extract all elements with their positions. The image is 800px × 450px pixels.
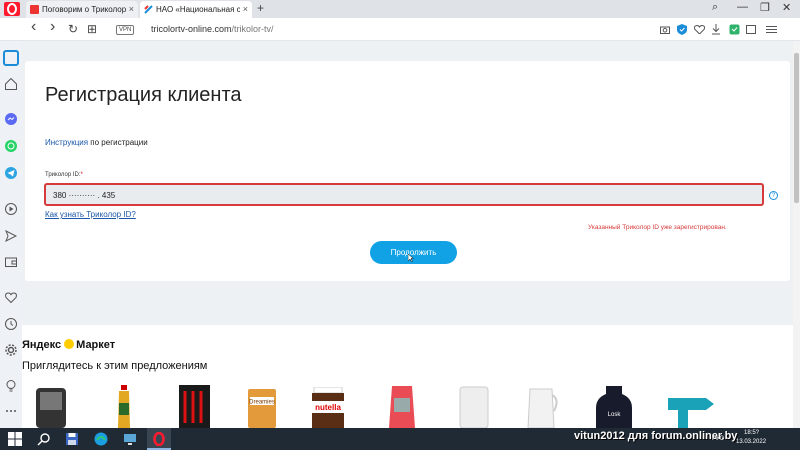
logo-right: Маркет bbox=[76, 339, 116, 351]
product-drill[interactable] bbox=[666, 390, 716, 428]
taskbar-opera-active[interactable] bbox=[147, 428, 171, 450]
speed-dial-icon[interactable] bbox=[5, 78, 17, 90]
required-mark: * bbox=[80, 172, 83, 178]
yandex-market-logo[interactable]: Яндекс Маркет bbox=[22, 339, 115, 351]
id-input-value: 380 ·········· . 435 bbox=[53, 191, 116, 200]
shield-icon[interactable] bbox=[677, 24, 687, 35]
close-window-button[interactable]: ✕ bbox=[782, 1, 791, 14]
home-icon[interactable] bbox=[3, 50, 19, 66]
windows-taskbar: vitun2012 для forum.onliner.by РУС 18:5?… bbox=[0, 428, 800, 450]
registration-card: Регистрация клиента Инструкция по регист… bbox=[25, 61, 790, 281]
product-nutella[interactable]: nutella bbox=[308, 387, 348, 428]
extension-icon[interactable] bbox=[729, 24, 740, 35]
new-tab-button[interactable]: + bbox=[257, 1, 264, 15]
history-icon[interactable] bbox=[5, 318, 17, 330]
offer-heading: Приглядитесь к этим предложениям bbox=[22, 360, 208, 372]
settings-icon[interactable] bbox=[5, 344, 17, 356]
address-bar: ‹ › ↻ ⊞ VPN tricolortv-online.com/trikol… bbox=[0, 18, 800, 41]
product-kettle[interactable] bbox=[522, 385, 562, 428]
tricolor-id-input[interactable]: 380 ·········· . 435 bbox=[44, 183, 764, 206]
tab-title: Поговорим о Триколоре bbox=[42, 5, 126, 14]
product-humidifier[interactable] bbox=[454, 385, 494, 428]
product-cat-food[interactable] bbox=[387, 386, 417, 428]
url-path: /trikolor-tv/ bbox=[231, 24, 274, 34]
send-icon[interactable] bbox=[5, 230, 17, 242]
svg-text:Losk: Losk bbox=[608, 412, 622, 418]
whatsapp-icon[interactable] bbox=[5, 140, 17, 152]
instruction-rest: по регистрации bbox=[88, 138, 148, 147]
market-coin-icon bbox=[64, 339, 75, 349]
telegram-icon[interactable] bbox=[5, 167, 17, 179]
close-tab-icon[interactable]: × bbox=[243, 4, 248, 14]
tab-talk-tricolor[interactable]: Поговорим о Триколоре × bbox=[26, 1, 138, 18]
logo-left: Яндекс bbox=[22, 339, 62, 351]
wallet-icon[interactable] bbox=[5, 256, 17, 268]
tricolor-favicon-icon bbox=[144, 5, 153, 14]
clock-time[interactable]: 18:5? bbox=[744, 430, 759, 436]
remote-desktop-icon[interactable] bbox=[123, 432, 137, 446]
windows-start-icon[interactable] bbox=[8, 432, 22, 446]
product-detergent[interactable]: Losk bbox=[594, 386, 634, 428]
tab-overview-button[interactable]: ⊞ bbox=[87, 22, 97, 36]
opera-logo-icon[interactable] bbox=[4, 2, 20, 16]
product-energy-drink[interactable] bbox=[177, 385, 212, 428]
heart-icon[interactable] bbox=[5, 292, 17, 303]
svg-text:Dreamies: Dreamies bbox=[249, 400, 275, 406]
sidebar bbox=[0, 41, 22, 428]
lightbulb-icon[interactable] bbox=[5, 380, 17, 392]
snapshot-icon[interactable] bbox=[746, 25, 756, 34]
reload-button[interactable]: ↻ bbox=[68, 22, 78, 36]
language-indicator[interactable]: РУС bbox=[712, 436, 724, 442]
url-host: tricolortv-online.com bbox=[151, 24, 232, 34]
instruction-text: Инструкция по регистрации bbox=[45, 138, 148, 147]
tab-nao-national[interactable]: НАО «Национальная спу × bbox=[140, 1, 252, 18]
id-label-text: Триколор ID: bbox=[45, 172, 81, 178]
maximize-button[interactable]: ❐ bbox=[760, 1, 770, 14]
help-icon[interactable]: ? bbox=[769, 191, 778, 200]
mouse-cursor-icon bbox=[408, 254, 414, 262]
page-scrollbar[interactable] bbox=[793, 41, 800, 428]
opera-favicon-icon bbox=[30, 5, 39, 14]
forward-button[interactable]: › bbox=[50, 18, 55, 36]
tab-bar: Поговорим о Триколоре × НАО «Национальна… bbox=[0, 0, 800, 18]
vpn-badge[interactable]: VPN bbox=[116, 25, 135, 35]
easy-setup-icon[interactable] bbox=[766, 25, 777, 34]
close-tab-icon[interactable]: × bbox=[129, 4, 134, 14]
search-icon[interactable] bbox=[37, 432, 51, 446]
scrollbar-thumb[interactable] bbox=[794, 53, 799, 203]
svg-text:nutella: nutella bbox=[315, 403, 341, 412]
minimize-button[interactable]: — bbox=[737, 1, 748, 13]
tab-search-icon[interactable]: ⌕ bbox=[712, 1, 718, 14]
url-field[interactable]: tricolortv-online.com/trikolor-tv/ bbox=[151, 24, 274, 34]
more-icon[interactable] bbox=[5, 408, 17, 414]
tricolor-id-label: Триколор ID:* bbox=[45, 172, 83, 178]
player-icon[interactable] bbox=[5, 203, 17, 215]
edge-icon[interactable] bbox=[94, 432, 108, 446]
error-message: Указанный Триколор ID уже зарегистрирова… bbox=[588, 224, 727, 231]
back-button[interactable]: ‹ bbox=[31, 18, 36, 36]
product-oil-bottle[interactable] bbox=[116, 385, 132, 428]
camera-icon[interactable] bbox=[660, 25, 670, 34]
download-icon[interactable] bbox=[711, 24, 721, 35]
yandex-market-widget: Яндекс Маркет Приглядитесь к этим предлож… bbox=[22, 325, 793, 428]
save-app-icon[interactable] bbox=[65, 432, 79, 446]
clock-date[interactable]: 13.03.2022 bbox=[736, 439, 766, 445]
page-title: Регистрация клиента bbox=[45, 84, 242, 106]
messenger-icon[interactable] bbox=[5, 113, 17, 125]
product-dreamies[interactable]: Dreamies bbox=[246, 387, 278, 428]
instruction-link[interactable]: Инструкция bbox=[45, 138, 88, 147]
opera-taskbar-icon bbox=[153, 432, 165, 446]
page-content: Регистрация клиента Инструкция по регист… bbox=[22, 41, 793, 428]
product-shaver[interactable] bbox=[32, 384, 70, 428]
how-to-find-id-link[interactable]: Как узнать Триколор ID? bbox=[45, 210, 136, 219]
tab-title: НАО «Национальная спу bbox=[156, 5, 240, 14]
heart-icon[interactable] bbox=[694, 25, 705, 34]
